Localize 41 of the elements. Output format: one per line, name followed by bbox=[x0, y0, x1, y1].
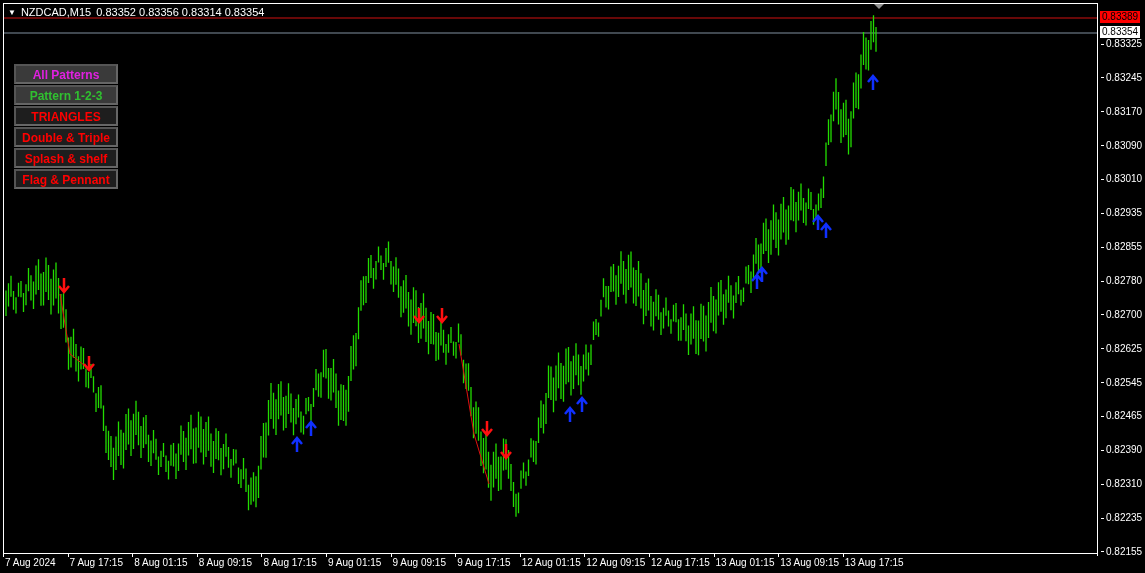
price-label: 0.82465 bbox=[1106, 410, 1143, 423]
time-label: 7 Aug 2024 bbox=[4, 557, 57, 569]
price-label: 0.83090 bbox=[1106, 139, 1143, 152]
price-label: 0.83325 bbox=[1106, 38, 1143, 50]
pattern-button[interactable]: Double & Triple bbox=[14, 127, 118, 147]
time-label: 8 Aug 17:15 bbox=[262, 557, 318, 569]
symbol-label: NZDCAD,M15 bbox=[20, 6, 92, 19]
price-label: 0.82625 bbox=[1106, 342, 1143, 355]
price-label: 0.82855 bbox=[1106, 241, 1143, 254]
pattern-button[interactable]: Splash & shelf bbox=[14, 148, 118, 168]
time-label: 7 Aug 17:15 bbox=[68, 557, 124, 569]
pattern-button[interactable]: TRIANGLES bbox=[14, 106, 118, 126]
time-label: 8 Aug 09:15 bbox=[197, 557, 254, 569]
pattern-button[interactable]: Flag & Pennant bbox=[14, 169, 118, 189]
price-label: 0.82700 bbox=[1106, 308, 1143, 321]
pattern-button[interactable]: All Patterns bbox=[14, 64, 118, 84]
price-label: 0.82155 bbox=[1106, 545, 1143, 558]
price-label: 0.82235 bbox=[1106, 512, 1143, 525]
price-label: 0.82935 bbox=[1106, 207, 1143, 220]
price-label: 0.83010 bbox=[1106, 173, 1143, 186]
pattern-button[interactable]: Pattern 1-2-3 bbox=[14, 85, 118, 105]
time-label: 13 Aug 01:15 bbox=[714, 557, 776, 569]
time-label: 13 Aug 09:15 bbox=[779, 557, 841, 569]
price-label: 0.83170 bbox=[1106, 105, 1143, 118]
quote-label: 0.83352 0.83356 0.83314 0.83354 bbox=[96, 6, 265, 19]
time-label: 9 Aug 01:15 bbox=[326, 557, 383, 569]
price-label: 0.83245 bbox=[1106, 71, 1143, 84]
price-label: 0.82390 bbox=[1106, 444, 1143, 457]
bid-price-tag: 0.83389 bbox=[1100, 11, 1141, 23]
time-label: 12 Aug 17:15 bbox=[649, 557, 711, 569]
time-label: 12 Aug 01:15 bbox=[520, 557, 582, 569]
time-label: 9 Aug 09:15 bbox=[391, 557, 447, 569]
price-label: 0.82545 bbox=[1106, 376, 1143, 389]
price-label: 0.82310 bbox=[1106, 478, 1143, 491]
time-label: 12 Aug 09:15 bbox=[585, 557, 647, 569]
dropdown-triangle-icon[interactable]: ▼ bbox=[8, 6, 16, 19]
last-price-tag: 0.83354 bbox=[1100, 26, 1141, 38]
time-label: 13 Aug 17:15 bbox=[843, 557, 905, 569]
time-label: 8 Aug 01:15 bbox=[133, 557, 189, 569]
time-label: 9 Aug 17:15 bbox=[456, 557, 512, 569]
price-label: 0.82780 bbox=[1106, 275, 1143, 287]
